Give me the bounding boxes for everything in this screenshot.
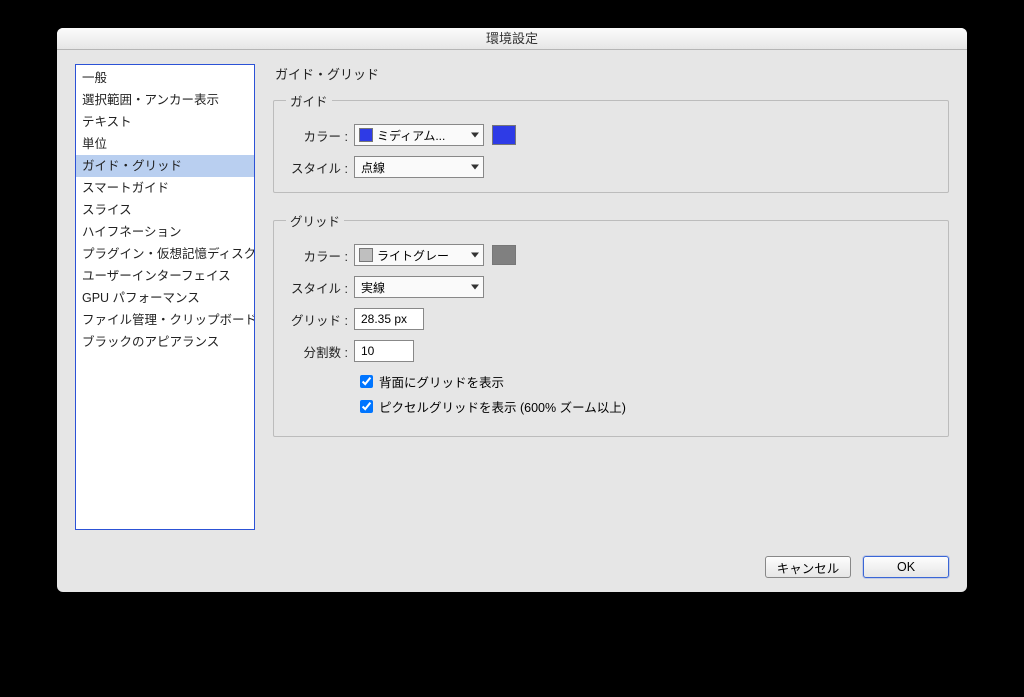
preferences-dialog: 環境設定 一般選択範囲・アンカー表示テキスト単位ガイド・グリッドスマートガイドス…	[57, 28, 967, 592]
grid-back-checkbox-label: 背面にグリッドを表示	[379, 372, 504, 391]
grid-subdivision-input[interactable]	[354, 340, 414, 362]
grid-color-label: カラー :	[286, 246, 354, 265]
guide-legend: ガイド	[286, 91, 332, 110]
grid-fieldset: グリッド カラー : ライトグレー スタイル : 実線	[273, 211, 949, 437]
guide-color-select[interactable]: ミディアム...	[354, 124, 484, 146]
grid-color-preview[interactable]	[492, 245, 516, 265]
guide-color-label: カラー :	[286, 126, 354, 145]
grid-style-select[interactable]: 実線	[354, 276, 484, 298]
pixel-grid-checkbox-label: ピクセルグリッドを表示 (600% ズーム以上)	[379, 397, 626, 416]
grid-back-checkbox-row: 背面にグリッドを表示	[360, 372, 936, 391]
pixel-grid-checkbox-row: ピクセルグリッドを表示 (600% ズーム以上)	[360, 397, 936, 416]
page-title: ガイド・グリッド	[275, 64, 949, 83]
window-title: 環境設定	[486, 31, 538, 46]
guide-fieldset: ガイド カラー : ミディアム... スタイル : 点線	[273, 91, 949, 193]
cancel-button[interactable]: キャンセル	[765, 556, 851, 578]
sidebar-item[interactable]: 選択範囲・アンカー表示	[76, 89, 254, 111]
sidebar-item[interactable]: テキスト	[76, 111, 254, 133]
sidebar-item[interactable]: ユーザーインターフェイス	[76, 265, 254, 287]
grid-style-row: スタイル : 実線	[286, 276, 936, 298]
grid-style-value: 実線	[361, 279, 465, 296]
chevron-down-icon	[471, 285, 479, 290]
grid-color-swatch	[359, 248, 373, 262]
guide-color-swatch	[359, 128, 373, 142]
grid-subdivision-label: 分割数 :	[286, 342, 354, 361]
guide-color-preview[interactable]	[492, 125, 516, 145]
ok-button[interactable]: OK	[863, 556, 949, 578]
sidebar-item[interactable]: スライス	[76, 199, 254, 221]
sidebar-item[interactable]: ブラックのアピアランス	[76, 331, 254, 353]
guide-style-label: スタイル :	[286, 158, 354, 177]
sidebar-item[interactable]: ファイル管理・クリップボード	[76, 309, 254, 331]
sidebar-item[interactable]: ガイド・グリッド	[76, 155, 254, 177]
guide-color-value: ミディアム...	[377, 127, 465, 144]
grid-style-label: スタイル :	[286, 278, 354, 297]
sidebar-item[interactable]: ハイフネーション	[76, 221, 254, 243]
preference-category-list: 一般選択範囲・アンカー表示テキスト単位ガイド・グリッドスマートガイドスライスハイ…	[75, 64, 255, 530]
guide-style-select[interactable]: 点線	[354, 156, 484, 178]
grid-color-row: カラー : ライトグレー	[286, 244, 936, 266]
sidebar-item[interactable]: スマートガイド	[76, 177, 254, 199]
grid-back-checkbox[interactable]	[360, 375, 373, 388]
chevron-down-icon	[471, 253, 479, 258]
main-panel: ガイド・グリッド ガイド カラー : ミディアム... スタイル : 点線	[273, 64, 949, 540]
dialog-body: 一般選択範囲・アンカー表示テキスト単位ガイド・グリッドスマートガイドスライスハイ…	[57, 50, 967, 550]
grid-spacing-label: グリッド :	[286, 310, 354, 329]
dialog-footer: キャンセル OK	[57, 550, 967, 592]
sidebar-item[interactable]: 単位	[76, 133, 254, 155]
grid-spacing-row: グリッド :	[286, 308, 936, 330]
titlebar: 環境設定	[57, 28, 967, 50]
sidebar-item[interactable]: プラグイン・仮想記憶ディスク	[76, 243, 254, 265]
guide-style-value: 点線	[361, 159, 465, 176]
grid-legend: グリッド	[286, 211, 344, 230]
grid-spacing-input[interactable]	[354, 308, 424, 330]
sidebar-item[interactable]: GPU パフォーマンス	[76, 287, 254, 309]
sidebar-item[interactable]: 一般	[76, 67, 254, 89]
grid-color-select[interactable]: ライトグレー	[354, 244, 484, 266]
chevron-down-icon	[471, 133, 479, 138]
guide-style-row: スタイル : 点線	[286, 156, 936, 178]
guide-color-row: カラー : ミディアム...	[286, 124, 936, 146]
grid-subdivision-row: 分割数 :	[286, 340, 936, 362]
grid-color-value: ライトグレー	[377, 247, 465, 264]
chevron-down-icon	[471, 165, 479, 170]
pixel-grid-checkbox[interactable]	[360, 400, 373, 413]
